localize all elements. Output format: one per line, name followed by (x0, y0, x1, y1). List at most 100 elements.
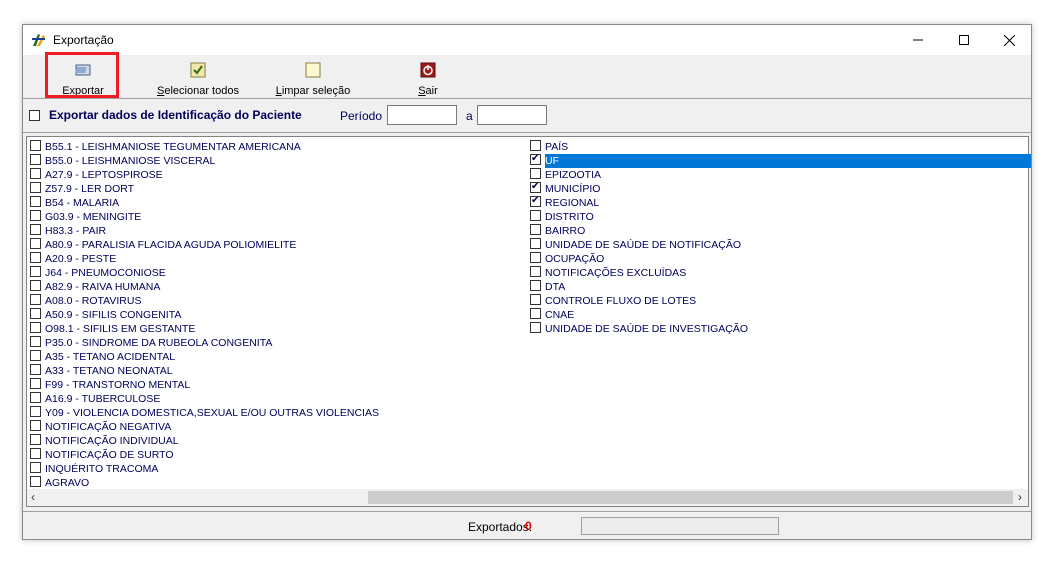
list-item[interactable]: OCUPAÇÃO (530, 252, 1030, 266)
list-item[interactable]: UF (530, 152, 1031, 168)
list-item-checkbox[interactable] (530, 322, 541, 333)
select-all-button[interactable]: Selecionar todos (153, 60, 243, 97)
list-item[interactable]: NOTIFICAÇÃO NEGATIVA (30, 420, 379, 434)
list-item[interactable]: A82.9 - RAIVA HUMANA (30, 280, 379, 294)
list-item[interactable]: B55.1 - LEISHMANIOSE TEGUMENTAR AMERICAN… (30, 140, 379, 154)
list-item[interactable]: A20.9 - PESTE (30, 252, 379, 266)
list-item[interactable]: B55.0 - LEISHMANIOSE VISCERAL (30, 154, 379, 168)
list-item-checkbox[interactable] (530, 238, 541, 249)
list-item-checkbox[interactable] (30, 266, 41, 277)
list-item-label: AGRAVO (45, 477, 90, 489)
list-item-checkbox[interactable] (30, 154, 41, 165)
clear-selection-button[interactable]: Limpar seleção (273, 60, 353, 97)
list-item[interactable]: P35.0 - SINDROME DA RUBEOLA CONGENITA (30, 336, 379, 350)
list-item[interactable]: NOTIFICAÇÃO DE SURTO (30, 448, 379, 462)
scroll-left-icon[interactable]: ‹ (31, 490, 35, 504)
list-item-checkbox[interactable] (530, 266, 541, 277)
close-button[interactable] (986, 25, 1032, 55)
list-item-checkbox[interactable] (30, 406, 41, 417)
list-item-label: CNAE (545, 309, 575, 321)
list-item[interactable]: CONTROLE FLUXO DE LOTES (530, 294, 1030, 308)
list-item-checkbox[interactable] (30, 182, 41, 193)
list-item[interactable]: J64 - PNEUMOCONIOSE (30, 266, 379, 280)
list-item[interactable]: NOTIFICAÇÕES EXCLUÍDAS (530, 266, 1030, 280)
list-item-checkbox[interactable] (530, 224, 541, 235)
list-item-checkbox[interactable] (30, 462, 41, 473)
list-item-checkbox[interactable] (30, 434, 41, 445)
list-item-checkbox[interactable] (30, 280, 41, 291)
list-item[interactable]: B54 - MALARIA (30, 196, 379, 210)
exit-button[interactable]: Sair (413, 60, 443, 97)
list-item-checkbox[interactable] (30, 294, 41, 305)
list-item-checkbox[interactable] (30, 238, 41, 249)
list-item-checkbox[interactable] (30, 364, 41, 375)
list-item-checkbox[interactable] (530, 280, 541, 291)
list-item-checkbox[interactable] (30, 168, 41, 179)
list-item[interactable]: A08.0 - ROTAVIRUS (30, 294, 379, 308)
scroll-right-icon[interactable]: › (1018, 490, 1022, 504)
list-item-checkbox[interactable] (530, 180, 541, 194)
list-item-checkbox[interactable] (30, 476, 41, 487)
list-item-checkbox[interactable] (30, 322, 41, 333)
list-item[interactable]: BAIRRO (530, 224, 1030, 238)
list-item[interactable]: UNIDADE DE SAÚDE DE NOTIFICAÇÃO (530, 238, 1030, 252)
list-item[interactable]: CNAE (530, 308, 1030, 322)
list-item[interactable]: REGIONAL (530, 194, 1030, 210)
period-label: Período (340, 109, 383, 123)
horizontal-scrollbar[interactable]: ‹ › (27, 489, 1028, 506)
period-from-input[interactable] (387, 105, 457, 125)
scrollbar-thumb[interactable] (368, 491, 1013, 504)
list-item-checkbox[interactable] (530, 210, 541, 221)
list-item[interactable]: A35 - TETANO ACIDENTAL (30, 350, 379, 364)
list-item-checkbox[interactable] (30, 210, 41, 221)
list-item-checkbox[interactable] (30, 350, 41, 361)
list-item[interactable]: INQUÉRITO TRACOMA (30, 462, 379, 476)
maximize-button[interactable] (941, 25, 987, 55)
list-item[interactable]: O98.1 - SIFILIS EM GESTANTE (30, 322, 379, 336)
minimize-button[interactable] (895, 25, 941, 55)
list-item-checkbox[interactable] (30, 140, 41, 151)
list-item-checkbox[interactable] (530, 252, 541, 263)
list-item-checkbox[interactable] (530, 294, 541, 305)
list-item-label: A82.9 - RAIVA HUMANA (45, 281, 161, 293)
exported-label: Exportados: (468, 520, 533, 534)
list-item-checkbox[interactable] (30, 252, 41, 263)
list-item-label: A80.9 - PARALISIA FLACIDA AGUDA POLIOMIE… (45, 239, 297, 251)
list-item-checkbox[interactable] (30, 224, 41, 235)
export-id-checkbox[interactable] (29, 110, 40, 121)
list-item[interactable]: A50.9 - SIFILIS CONGENITA (30, 308, 379, 322)
list-item-checkbox[interactable] (530, 308, 541, 319)
period-to-input[interactable] (477, 105, 547, 125)
list-item[interactable]: A16.9 - TUBERCULOSE (30, 392, 379, 406)
list-item-label: NOTIFICAÇÃO NEGATIVA (45, 421, 172, 433)
list-item-checkbox[interactable] (530, 168, 541, 179)
list-item-checkbox[interactable] (30, 378, 41, 389)
list-item[interactable]: NOTIFICAÇÃO INDIVIDUAL (30, 434, 379, 448)
list-item[interactable]: DISTRITO (530, 210, 1030, 224)
list-item-checkbox[interactable] (530, 194, 541, 208)
list-item[interactable]: A33 - TETANO NEONATAL (30, 364, 379, 378)
list-item-checkbox[interactable] (30, 392, 41, 403)
list-item[interactable]: DTA (530, 280, 1030, 294)
list-item-checkbox[interactable] (530, 152, 541, 166)
list-item-checkbox[interactable] (30, 196, 41, 207)
list-item[interactable]: A80.9 - PARALISIA FLACIDA AGUDA POLIOMIE… (30, 238, 379, 252)
list-item-checkbox[interactable] (30, 420, 41, 431)
list-item[interactable]: UNIDADE DE SAÚDE DE INVESTIGAÇÃO (530, 322, 1030, 336)
list-item-checkbox[interactable] (530, 140, 541, 151)
list-item-checkbox[interactable] (30, 448, 41, 459)
list-item[interactable]: H83.3 - PAIR (30, 224, 379, 238)
list-item[interactable]: Y09 - VIOLENCIA DOMESTICA,SEXUAL E/OU OU… (30, 406, 379, 420)
list-item[interactable]: EPIZOOTIA (530, 168, 1030, 182)
list-item[interactable]: Z57.9 - LER DORT (30, 182, 379, 196)
list-item[interactable]: A27.9 - LEPTOSPIROSE (30, 168, 379, 182)
list-item[interactable]: F99 - TRANSTORNO MENTAL (30, 378, 379, 392)
list-item[interactable]: AGRAVO (30, 476, 379, 490)
list-item-checkbox[interactable] (30, 308, 41, 319)
list-item[interactable]: PAÍS (530, 140, 1030, 154)
list-item-label: NOTIFICAÇÕES EXCLUÍDAS (545, 267, 687, 279)
export-progress-bar (581, 517, 779, 535)
list-item[interactable]: MUNICÍPIO (530, 180, 1030, 196)
list-item[interactable]: G03.9 - MENINGITE (30, 210, 379, 224)
list-item-checkbox[interactable] (30, 336, 41, 347)
